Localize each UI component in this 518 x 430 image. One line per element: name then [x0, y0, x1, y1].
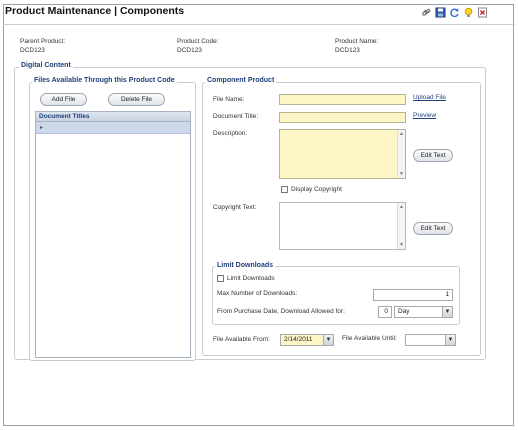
product-name-block: Product Name: DCD123	[335, 37, 378, 55]
description-textarea[interactable]: ▲ ▼	[279, 129, 406, 179]
product-name-label: Product Name:	[335, 38, 379, 45]
limit-downloads-legend: Limit Downloads	[215, 262, 275, 269]
description-label: Description:	[213, 130, 248, 137]
expand-arrow-icon[interactable]: ▸	[40, 124, 43, 131]
available-until-date[interactable]: ▼	[405, 334, 456, 346]
toolbar	[421, 7, 488, 18]
preview-link[interactable]: Preview	[413, 112, 436, 119]
file-name-label: File Name:	[213, 96, 245, 103]
page-title: Product Maintenance | Components	[5, 5, 185, 17]
parent-product-label: Parent Product:	[20, 38, 66, 45]
document-titles-grid: Document Titles ▸	[35, 111, 191, 358]
grid-row[interactable]: ▸	[36, 122, 190, 134]
digital-content-legend: Digital Content	[19, 62, 73, 69]
product-code-label: Product Code:	[177, 38, 219, 45]
calendar-dropdown-icon[interactable]: ▼	[445, 335, 455, 345]
max-downloads-input[interactable]: 1	[373, 289, 453, 301]
description-scrollbar[interactable]: ▲ ▼	[397, 130, 405, 178]
limit-downloads-checkbox-label: Limit Downloads	[227, 275, 275, 282]
upload-file-link[interactable]: Upload File	[413, 94, 446, 101]
document-title-label: Document Title:	[213, 113, 259, 120]
product-code-value: DCD123	[177, 47, 202, 54]
add-file-button[interactable]: Add File	[40, 93, 87, 106]
download-days-input[interactable]: 0	[378, 306, 392, 318]
copyright-scrollbar[interactable]: ▲ ▼	[397, 203, 405, 249]
component-product-legend: Component Product	[205, 77, 277, 84]
edit-description-button[interactable]: Edit Text	[413, 149, 453, 162]
product-code-block: Product Code: DCD123	[177, 37, 219, 55]
available-from-date[interactable]: 2/14/2011 ▼	[280, 334, 334, 346]
display-copyright-checkbox[interactable]	[281, 186, 288, 193]
limit-downloads-checkbox[interactable]	[217, 275, 224, 282]
max-downloads-label: Max Number of Downloads:	[217, 290, 298, 297]
chevron-down-icon[interactable]: ▼	[442, 307, 452, 317]
files-group-legend: Files Available Through this Product Cod…	[32, 77, 177, 84]
delete-file-button[interactable]: Delete File	[108, 93, 165, 106]
download-period-label: From Purchase Date, Download Allowed for…	[217, 308, 345, 315]
edit-copyright-button[interactable]: Edit Text	[413, 222, 453, 235]
close-icon[interactable]	[477, 7, 488, 18]
header-divider	[3, 24, 515, 25]
refresh-icon[interactable]	[449, 7, 460, 18]
calendar-dropdown-icon[interactable]: ▼	[323, 335, 333, 345]
link-icon[interactable]	[421, 7, 432, 18]
copyright-text-label: Copyright Text:	[213, 204, 257, 211]
available-from-value: 2/14/2011	[284, 336, 313, 343]
parent-product-block: Parent Product: DCD123	[20, 37, 65, 55]
save-icon[interactable]	[435, 7, 446, 18]
display-copyright-label: Display Copyright	[291, 186, 342, 193]
download-unit-select[interactable]: Day ▼	[394, 306, 453, 318]
parent-product-value: DCD123	[20, 47, 45, 54]
grid-header[interactable]: Document Titles	[36, 112, 190, 122]
download-unit-value: Day	[398, 308, 410, 315]
file-name-input[interactable]	[279, 94, 406, 105]
document-title-input[interactable]	[279, 112, 406, 123]
product-name-value: DCD123	[335, 47, 360, 54]
available-from-label: File Available From:	[213, 336, 270, 343]
available-until-label: File Available Until:	[342, 335, 397, 342]
lightbulb-icon[interactable]	[463, 7, 474, 18]
copyright-textarea[interactable]: ▲ ▼	[279, 202, 406, 250]
